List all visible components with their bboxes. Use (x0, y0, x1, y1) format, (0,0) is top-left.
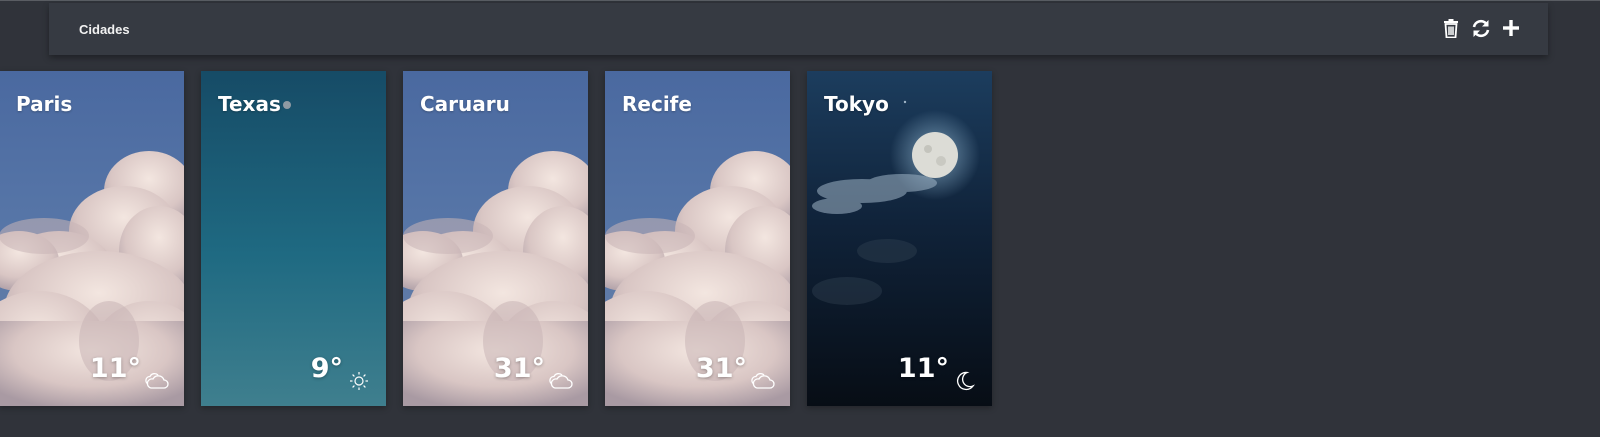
refresh-icon (1472, 19, 1490, 37)
plus-icon (1503, 20, 1519, 36)
city-name: Tokyo (824, 92, 889, 116)
toolbar-actions (1441, 17, 1521, 39)
moon-icon (957, 371, 975, 391)
city-card-tokyo[interactable]: Tokyo 11° (807, 71, 992, 406)
city-card-recife[interactable]: Recife 31° (605, 71, 790, 406)
cloud-icon (549, 372, 573, 389)
city-card-paris[interactable]: Paris 11° (0, 71, 184, 406)
temperature: 11° (897, 353, 949, 384)
temperature: 11° (89, 353, 141, 384)
city-card-caruaru[interactable]: Caruaru 31° (403, 71, 588, 406)
card-background (201, 71, 386, 406)
sun-icon (350, 372, 368, 390)
city-name: Texas (218, 92, 281, 116)
trash-icon (1444, 18, 1458, 38)
temperature: 9° (310, 353, 343, 384)
add-city-button[interactable] (1501, 17, 1521, 39)
refresh-button[interactable] (1471, 17, 1491, 39)
page-title: Cidades (79, 22, 130, 37)
top-bar: Cidades (49, 3, 1548, 55)
cloud-icon (751, 372, 775, 389)
temperature: 31° (695, 353, 747, 384)
city-name: Caruaru (420, 92, 510, 116)
temperature: 31° (493, 353, 545, 384)
city-name: Paris (16, 92, 73, 116)
city-card-texas[interactable]: Texas 9° (201, 71, 386, 406)
city-name: Recife (622, 92, 692, 116)
cloud-icon (145, 372, 169, 389)
delete-button[interactable] (1441, 17, 1461, 39)
